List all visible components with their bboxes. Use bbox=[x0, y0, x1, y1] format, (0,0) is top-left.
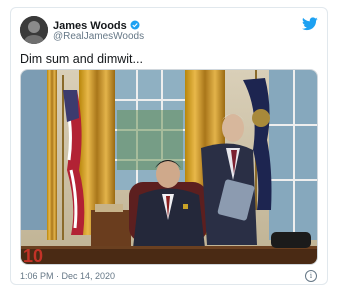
tweet-timestamp[interactable]: 1:06 PM · Dec 14, 2020 bbox=[20, 271, 115, 281]
tweet-card[interactable]: James Woods @RealJamesWoods Dim sum and … bbox=[10, 7, 328, 285]
svg-text:10: 10 bbox=[23, 246, 43, 265]
twitter-bird-icon[interactable] bbox=[302, 17, 318, 31]
info-icon[interactable]: i bbox=[305, 270, 317, 282]
tweet-text: Dim sum and dimwit... bbox=[20, 52, 143, 66]
author-handle[interactable]: @RealJamesWoods bbox=[53, 31, 144, 42]
author-avatar[interactable] bbox=[20, 16, 48, 44]
tweet-photo[interactable]: 10 bbox=[20, 69, 318, 265]
